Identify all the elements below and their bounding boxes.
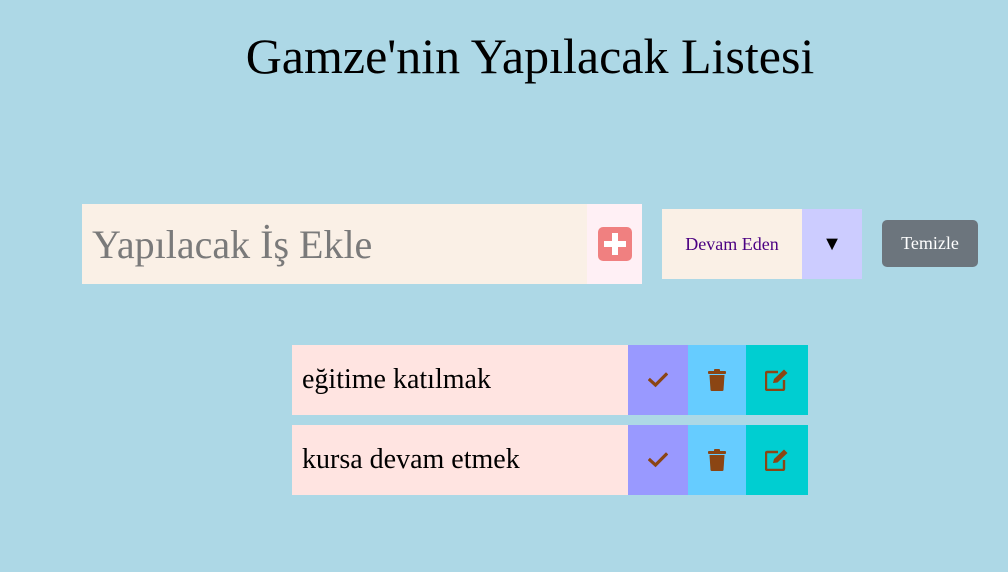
add-todo-form [82, 204, 642, 284]
todo-text: kursa devam etmek [292, 425, 628, 495]
plus-square-icon [597, 227, 632, 261]
complete-button[interactable] [628, 345, 688, 415]
edit-button[interactable] [746, 425, 808, 495]
delete-button[interactable] [688, 425, 746, 495]
todo-input[interactable] [82, 204, 587, 284]
filter-select[interactable]: Devam Eden ▼ [662, 209, 862, 279]
page-title: Gamze'nin Yapılacak Listesi [245, 28, 815, 84]
trash-icon [708, 369, 726, 391]
filter-selected-value: Devam Eden [662, 209, 802, 279]
dropdown-arrow-icon[interactable]: ▼ [802, 209, 862, 279]
todo-list: eğitime katılmak kursa devam etmek [292, 345, 808, 505]
add-button[interactable] [587, 204, 642, 284]
clear-button[interactable]: Temizle [882, 220, 978, 267]
delete-button[interactable] [688, 345, 746, 415]
edit-button[interactable] [746, 345, 808, 415]
edit-icon [765, 449, 788, 471]
todo-item: eğitime katılmak [292, 345, 808, 415]
check-icon [648, 372, 668, 388]
check-icon [648, 452, 668, 468]
todo-item: kursa devam etmek [292, 425, 808, 495]
complete-button[interactable] [628, 425, 688, 495]
todo-text: eğitime katılmak [292, 345, 628, 415]
edit-icon [765, 369, 788, 391]
trash-icon [708, 449, 726, 471]
